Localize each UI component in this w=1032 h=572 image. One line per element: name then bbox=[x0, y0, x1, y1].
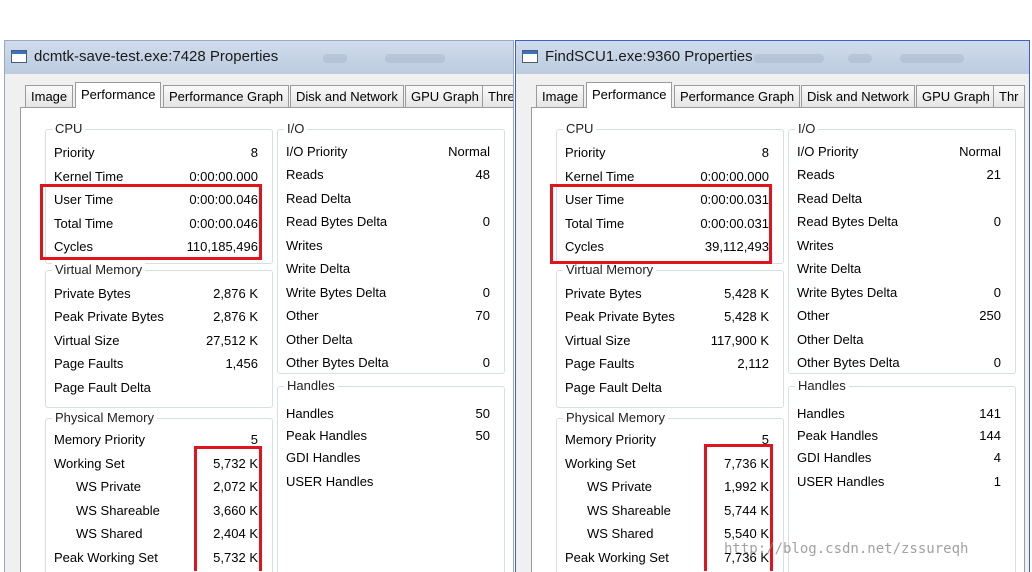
tab-threads[interactable]: Thr bbox=[993, 85, 1025, 107]
tab-performance-graph[interactable]: Performance Graph bbox=[674, 85, 801, 107]
tab-image[interactable]: Image bbox=[25, 85, 74, 107]
tab-threads[interactable]: Thre bbox=[482, 85, 513, 107]
vm-page-faults-row: Page Faults 1,456 bbox=[54, 356, 258, 371]
title-bar[interactable]: FindSCU1.exe:9360 Properties bbox=[516, 41, 1029, 74]
io-writes-row: Writes bbox=[286, 238, 323, 253]
peak-handles-row: Peak Handles 144 bbox=[797, 428, 1001, 443]
io-reads-row: Reads 21 bbox=[797, 167, 1001, 182]
tab-strip: Image Performance Performance Graph Disk… bbox=[25, 82, 513, 108]
io-other-row: Other 70 bbox=[286, 308, 490, 323]
vm-peak-private-bytes-row: Peak Private Bytes 5,428 K bbox=[565, 309, 769, 324]
tab-disk-and-network[interactable]: Disk and Network bbox=[801, 85, 915, 107]
io-read-bytes-delta-row: Read Bytes Delta 0 bbox=[797, 214, 1001, 229]
group-title: CPU bbox=[563, 121, 597, 136]
group-title: Handles bbox=[284, 378, 338, 393]
io-writes-row: Writes bbox=[797, 238, 834, 253]
io-other-bytes-delta-row: Other Bytes Delta 0 bbox=[286, 355, 490, 370]
group-title: I/O bbox=[284, 121, 308, 136]
handles-row: Handles 141 bbox=[797, 406, 1001, 421]
tab-gpu-graph[interactable]: GPU Graph bbox=[916, 85, 996, 107]
window-title: dcmtk-save-test.exe:7428 Properties bbox=[34, 48, 279, 65]
handles-row: Handles 50 bbox=[286, 406, 490, 421]
highlight-box-memory-left bbox=[194, 446, 262, 571]
tab-disk-and-network[interactable]: Disk and Network bbox=[290, 85, 404, 107]
group-title: I/O bbox=[795, 121, 819, 136]
group-title: CPU bbox=[52, 121, 86, 136]
performance-panel: CPU Priority 8 Kernel Time 0:00:00.000 Use… bbox=[531, 107, 1025, 572]
io-other-bytes-delta-row: Other Bytes Delta 0 bbox=[797, 355, 1001, 370]
group-title: Virtual Memory bbox=[52, 262, 146, 277]
vm-virtual-size-row: Virtual Size 117,900 K bbox=[565, 333, 769, 348]
tab-strip: Image Performance Performance Graph Disk… bbox=[536, 82, 1029, 108]
io-other-delta-row: Other Delta bbox=[797, 332, 864, 347]
io-reads-row: Reads 48 bbox=[286, 167, 490, 182]
virtual-memory-group: Virtual Memory Private Bytes 2,876 K Peak… bbox=[45, 262, 273, 408]
watermark: http://blog.csdn.net/zssureqh bbox=[724, 541, 969, 557]
virtual-memory-group: Virtual Memory Private Bytes 5,428 K Peak… bbox=[556, 262, 784, 408]
group-title: Physical Memory bbox=[563, 410, 668, 425]
io-group: I/O I/O Priority Normal Reads 21 Read Delt… bbox=[788, 121, 1016, 374]
io-group: I/O I/O Priority Normal Reads 48 Read Delt… bbox=[277, 121, 505, 374]
user-handles-row: USER Handles bbox=[286, 474, 374, 489]
window-title: FindSCU1.exe:9360 Properties bbox=[545, 48, 753, 65]
vm-virtual-size-row: Virtual Size 27,512 K bbox=[54, 333, 258, 348]
io-priority-row: I/O Priority Normal bbox=[286, 144, 490, 159]
group-title: Physical Memory bbox=[52, 410, 157, 425]
peak-handles-row: Peak Handles 50 bbox=[286, 428, 490, 443]
title-bar[interactable]: dcmtk-save-test.exe:7428 Properties bbox=[5, 41, 513, 74]
cpu-priority-row: Priority 8 bbox=[565, 145, 769, 160]
io-write-delta-row: Write Delta bbox=[797, 261, 862, 276]
io-read-delta-row: Read Delta bbox=[286, 191, 352, 206]
vm-private-bytes-row: Private Bytes 5,428 K bbox=[565, 286, 769, 301]
io-write-delta-row: Write Delta bbox=[286, 261, 351, 276]
tab-performance[interactable]: Performance bbox=[586, 82, 673, 108]
vm-page-fault-delta-row: Page Fault Delta bbox=[565, 380, 662, 395]
window-icon bbox=[522, 50, 538, 63]
io-other-row: Other 250 bbox=[797, 308, 1001, 323]
handles-group: Handles Handles 50 Peak Handles 50 GDI Han… bbox=[277, 378, 505, 572]
user-handles-row: USER Handles 1 bbox=[797, 474, 1001, 489]
tab-performance[interactable]: Performance bbox=[75, 82, 162, 108]
gdi-handles-row: GDI Handles bbox=[286, 450, 361, 465]
vm-peak-private-bytes-row: Peak Private Bytes 2,876 K bbox=[54, 309, 258, 324]
io-read-delta-row: Read Delta bbox=[797, 191, 863, 206]
io-other-delta-row: Other Delta bbox=[286, 332, 353, 347]
io-priority-row: I/O Priority Normal bbox=[797, 144, 1001, 159]
tab-image[interactable]: Image bbox=[536, 85, 585, 107]
tab-performance-graph[interactable]: Performance Graph bbox=[163, 85, 290, 107]
performance-panel: CPU Priority 8 Kernel Time 0:00:00.000 Use… bbox=[20, 107, 513, 572]
io-write-bytes-delta-row: Write Bytes Delta 0 bbox=[797, 285, 1001, 300]
gdi-handles-row: GDI Handles 4 bbox=[797, 450, 1001, 465]
io-write-bytes-delta-row: Write Bytes Delta 0 bbox=[286, 285, 490, 300]
highlight-box-cpu-right bbox=[550, 184, 772, 264]
group-title: Handles bbox=[795, 378, 849, 393]
window-icon bbox=[11, 50, 27, 63]
vm-page-faults-row: Page Faults 2,112 bbox=[565, 356, 769, 371]
io-read-bytes-delta-row: Read Bytes Delta 0 bbox=[286, 214, 490, 229]
tab-gpu-graph[interactable]: GPU Graph bbox=[405, 85, 485, 107]
cpu-priority-row: Priority 8 bbox=[54, 145, 258, 160]
highlight-box-cpu-left bbox=[40, 184, 262, 260]
vm-page-fault-delta-row: Page Fault Delta bbox=[54, 380, 151, 395]
vm-private-bytes-row: Private Bytes 2,876 K bbox=[54, 286, 258, 301]
group-title: Virtual Memory bbox=[563, 262, 657, 277]
